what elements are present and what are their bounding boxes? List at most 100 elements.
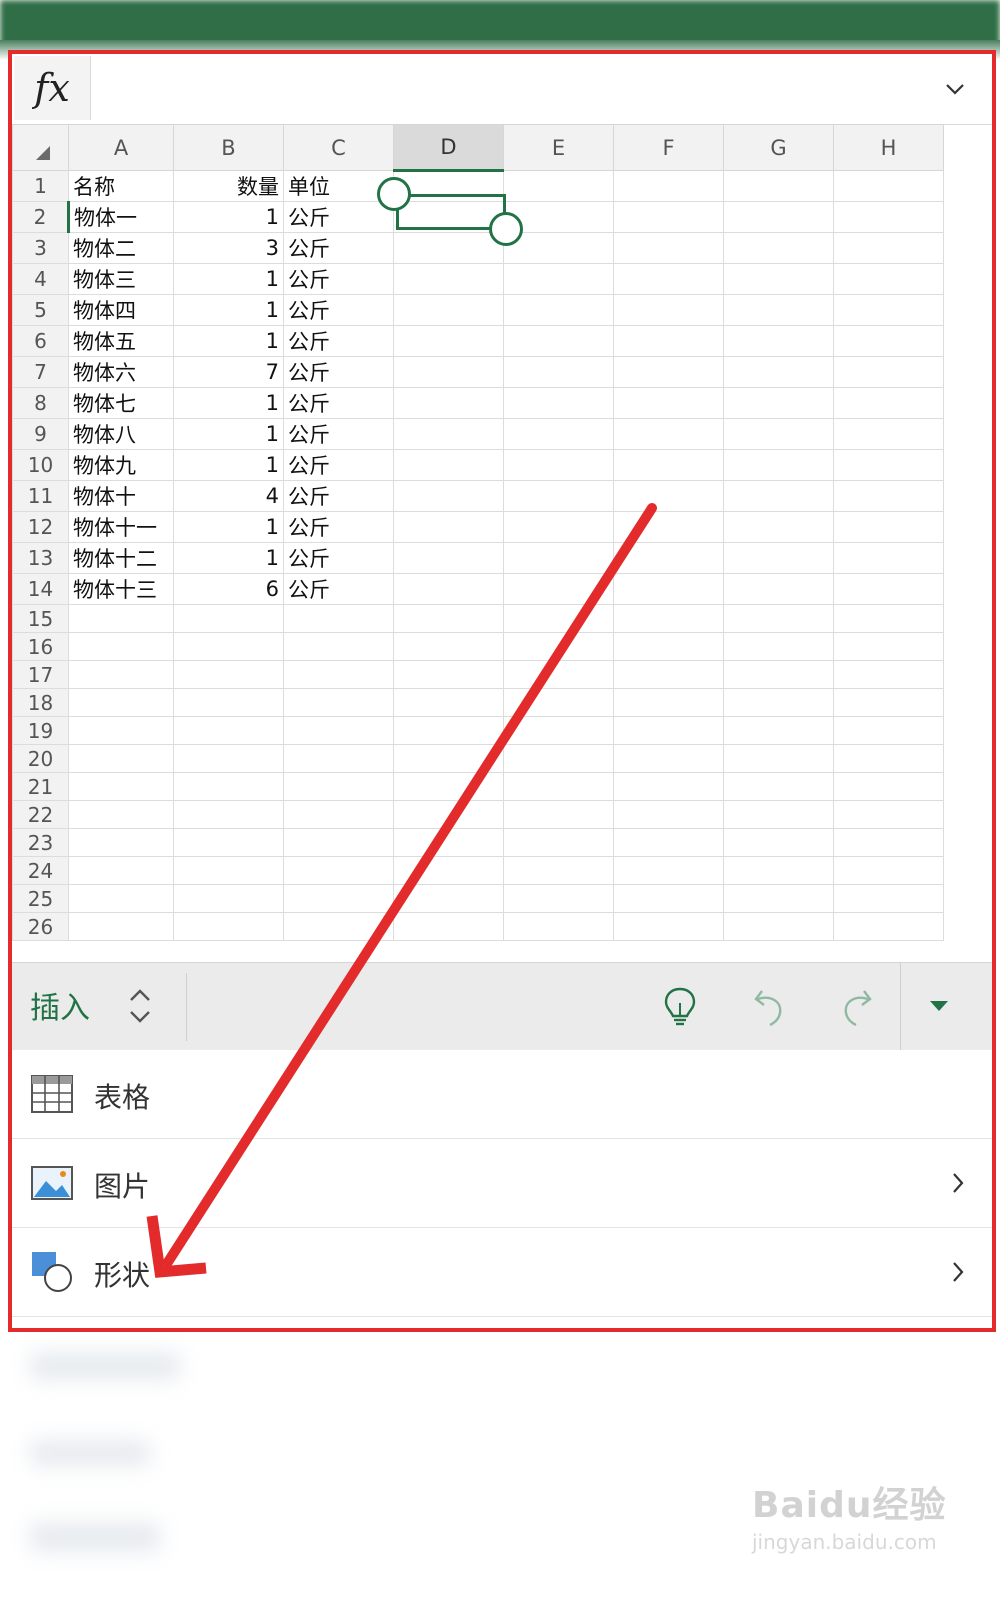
cell-a[interactable]: 名称 (68, 170, 174, 202)
cell-h[interactable] (833, 688, 944, 717)
cell-a[interactable] (68, 856, 174, 885)
cell-b[interactable]: 1 (173, 418, 284, 450)
row-header[interactable]: 18 (12, 688, 69, 717)
cell-b[interactable]: 7 (173, 356, 284, 388)
cell-d[interactable] (393, 828, 504, 857)
cell-h[interactable] (833, 170, 944, 202)
cell-d[interactable] (393, 480, 504, 512)
cell-a[interactable]: 物体一 (68, 201, 174, 233)
cell-f[interactable] (613, 232, 724, 264)
chevron-down-icon[interactable] (942, 76, 968, 102)
cell-g[interactable] (723, 449, 834, 481)
cell-a[interactable] (68, 828, 174, 857)
cell-e[interactable] (503, 660, 614, 689)
row-header[interactable]: 8 (12, 387, 69, 419)
cell-g[interactable] (723, 356, 834, 388)
cell-f[interactable] (613, 884, 724, 913)
cell-f[interactable] (613, 573, 724, 605)
cell-a[interactable] (68, 688, 174, 717)
cell-d[interactable] (393, 744, 504, 773)
cell-h[interactable] (833, 263, 944, 295)
cell-c[interactable]: 公斤 (283, 232, 394, 264)
cell-c[interactable] (283, 716, 394, 745)
cell-e[interactable] (503, 542, 614, 574)
cell-a[interactable]: 物体十三 (68, 573, 174, 605)
cell-h[interactable] (833, 716, 944, 745)
cell-f[interactable] (613, 387, 724, 419)
cell-d[interactable] (393, 542, 504, 574)
cell-b[interactable]: 1 (173, 449, 284, 481)
cell-h[interactable] (833, 325, 944, 357)
cell-f[interactable] (613, 325, 724, 357)
cell-e[interactable] (503, 387, 614, 419)
row-header[interactable]: 19 (12, 716, 69, 745)
cell-f[interactable] (613, 511, 724, 543)
row-header[interactable]: 22 (12, 800, 69, 829)
select-all-corner[interactable] (12, 124, 69, 171)
cell-h[interactable] (833, 232, 944, 264)
row-header[interactable]: 23 (12, 828, 69, 857)
cell-c[interactable]: 公斤 (283, 418, 394, 450)
cell-e[interactable] (503, 688, 614, 717)
cell-e[interactable] (503, 294, 614, 326)
cell-e[interactable] (503, 744, 614, 773)
row-header[interactable]: 15 (12, 604, 69, 633)
cell-h[interactable] (833, 856, 944, 885)
cell-h[interactable] (833, 356, 944, 388)
cell-a[interactable]: 物体九 (68, 449, 174, 481)
cell-f[interactable] (613, 201, 724, 233)
cell-f[interactable] (613, 660, 724, 689)
cell-d[interactable] (393, 604, 504, 633)
cell-a[interactable]: 物体八 (68, 418, 174, 450)
redo-icon[interactable] (838, 985, 878, 1029)
cell-a[interactable]: 物体四 (68, 294, 174, 326)
menu-item-table[interactable]: 表格 (12, 1050, 992, 1139)
row-header[interactable]: 25 (12, 884, 69, 913)
cell-e[interactable] (503, 480, 614, 512)
lightbulb-icon[interactable] (660, 985, 700, 1029)
cell-a[interactable] (68, 744, 174, 773)
column-header-a[interactable]: A (68, 124, 174, 171)
cell-h[interactable] (833, 480, 944, 512)
undo-icon[interactable] (748, 985, 788, 1029)
cell-f[interactable] (613, 604, 724, 633)
cell-e[interactable] (503, 912, 614, 941)
cell-d[interactable] (393, 660, 504, 689)
column-header-c[interactable]: C (283, 124, 394, 171)
cell-g[interactable] (723, 660, 834, 689)
tab-switcher-icon[interactable] (126, 985, 154, 1027)
column-header-b[interactable]: B (173, 124, 284, 171)
cell-b[interactable]: 1 (173, 201, 284, 233)
cell-g[interactable] (723, 232, 834, 264)
cell-c[interactable] (283, 856, 394, 885)
row-header[interactable]: 16 (12, 632, 69, 661)
cell-f[interactable] (613, 542, 724, 574)
cell-a[interactable]: 物体三 (68, 263, 174, 295)
cell-e[interactable] (503, 856, 614, 885)
cell-d[interactable] (393, 294, 504, 326)
row-header[interactable]: 21 (12, 772, 69, 801)
cell-e[interactable] (503, 511, 614, 543)
cell-d[interactable] (393, 263, 504, 295)
column-header-f[interactable]: F (613, 124, 724, 171)
cell-f[interactable] (613, 294, 724, 326)
cell-c[interactable] (283, 632, 394, 661)
row-header[interactable]: 17 (12, 660, 69, 689)
cell-b[interactable] (173, 800, 284, 829)
cell-g[interactable] (723, 604, 834, 633)
cell-g[interactable] (723, 387, 834, 419)
cell-g[interactable] (723, 511, 834, 543)
cell-c[interactable]: 公斤 (283, 511, 394, 543)
cell-a[interactable] (68, 716, 174, 745)
cell-b[interactable]: 6 (173, 573, 284, 605)
cell-d[interactable] (393, 716, 504, 745)
cell-c[interactable] (283, 660, 394, 689)
cell-h[interactable] (833, 632, 944, 661)
cell-c[interactable] (283, 828, 394, 857)
cell-f[interactable] (613, 912, 724, 941)
cell-f[interactable] (613, 856, 724, 885)
row-header[interactable]: 1 (12, 170, 69, 202)
row-header[interactable]: 2 (12, 201, 70, 233)
row-header[interactable]: 14 (12, 573, 69, 605)
cell-b[interactable] (173, 828, 284, 857)
